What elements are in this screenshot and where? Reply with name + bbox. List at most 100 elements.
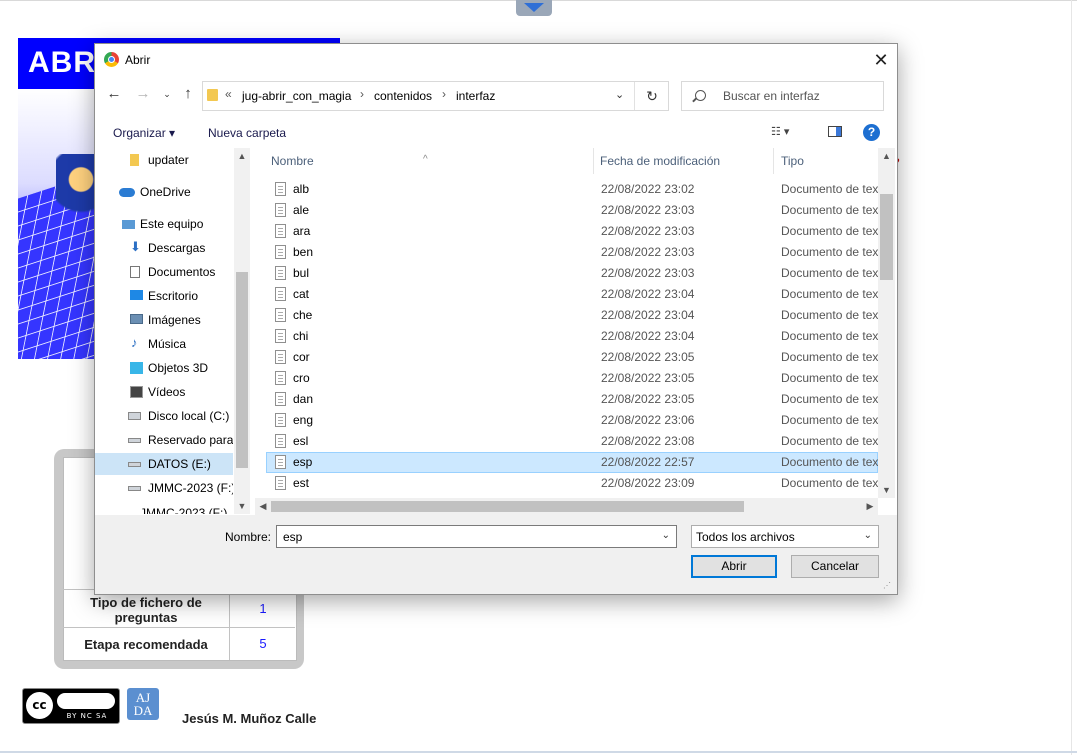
- desktop-icon: [130, 290, 143, 300]
- view-options-icon[interactable]: ☷ ▾: [771, 125, 811, 141]
- file-list-vertical-scrollbar[interactable]: ▲ ▼: [878, 148, 895, 498]
- help-icon[interactable]: ?: [863, 124, 880, 141]
- text-file-icon: [275, 371, 286, 385]
- breadcrumb-item[interactable]: interfaz: [456, 89, 495, 103]
- nav-item-updater[interactable]: updater: [95, 149, 233, 171]
- nav-item-desktop[interactable]: Escritorio: [95, 285, 233, 307]
- file-type-filter-value: Todos los archivos: [696, 530, 795, 544]
- scrollbar-thumb[interactable]: [880, 194, 893, 280]
- file-type-filter-select[interactable]: Todos los archivos ⌄: [691, 525, 879, 548]
- file-date: 22/08/2022 23:02: [601, 182, 695, 196]
- column-header-type[interactable]: Tipo: [774, 148, 878, 174]
- ajda-logo[interactable]: AJ DA: [127, 688, 159, 720]
- file-name: cor: [293, 350, 310, 364]
- scroll-right-icon[interactable]: ▶: [862, 498, 878, 515]
- file-row[interactable]: eng 22/08/2022 23:06 Documento de texto: [266, 410, 878, 431]
- search-field[interactable]: Buscar en interfaz: [681, 81, 884, 111]
- nav-item-label: Vídeos: [148, 385, 186, 399]
- file-row[interactable]: alb 22/08/2022 23:02 Documento de texto: [266, 179, 878, 200]
- file-row[interactable]: est 22/08/2022 23:09 Documento de texto: [266, 473, 878, 494]
- chevron-down-icon[interactable]: ⌄: [662, 530, 670, 541]
- open-button[interactable]: Abrir: [691, 555, 777, 578]
- scrollbar-thumb[interactable]: [271, 501, 744, 512]
- nav-item-label: Escritorio: [148, 289, 199, 303]
- creative-commons-badge[interactable]: cc BY NC SA: [22, 688, 120, 724]
- nav-item-onedrive[interactable]: OneDrive: [95, 181, 233, 203]
- file-row[interactable]: ben 22/08/2022 23:03 Documento de texto: [266, 242, 878, 263]
- nav-item-label: JMMC-2023 (F:): [140, 506, 228, 514]
- file-list-horizontal-scrollbar[interactable]: ◀ ▶: [255, 498, 878, 515]
- file-row[interactable]: cat 22/08/2022 23:04 Documento de texto: [266, 284, 878, 305]
- text-file-icon: [275, 329, 286, 343]
- navigation-scrollbar[interactable]: ▲ ▼: [234, 148, 250, 514]
- file-row[interactable]: cro 22/08/2022 23:05 Documento de texto: [266, 368, 878, 389]
- organize-button[interactable]: Organizar ▾: [113, 126, 175, 140]
- page-bottom-border: [0, 751, 1077, 753]
- filename-input[interactable]: ⌄: [276, 525, 677, 548]
- file-row[interactable]: ara 22/08/2022 23:03 Documento de texto: [266, 221, 878, 242]
- file-row[interactable]: bul 22/08/2022 23:03 Documento de texto: [266, 263, 878, 284]
- back-arrow-icon[interactable]: ←: [106, 86, 122, 102]
- nav-item-partial[interactable]: JMMC-2023 (F:): [95, 504, 233, 514]
- download-icon: ⬇: [130, 239, 141, 254]
- text-file-icon: [275, 224, 286, 238]
- file-row[interactable]: dan 22/08/2022 23:05 Documento de texto: [266, 389, 878, 410]
- file-row-selected[interactable]: esp 22/08/2022 22:57 Documento de texto: [266, 452, 878, 473]
- scroll-down-arrow-icon[interactable]: [516, 0, 552, 16]
- dialog-footer: Nombre: ⌄ Todos los archivos ⌄ Abrir Can…: [95, 515, 897, 594]
- page-right-border: [1071, 0, 1072, 755]
- breadcrumb-overflow[interactable]: «: [225, 87, 232, 101]
- new-folder-button[interactable]: Nueva carpeta: [208, 126, 286, 140]
- file-type: Documento de texto: [781, 287, 878, 301]
- info-value: 5: [229, 628, 296, 660]
- resize-grip-icon[interactable]: ⋰: [883, 581, 893, 591]
- breadcrumb-item[interactable]: jug-abrir_con_magia: [242, 89, 351, 103]
- open-file-dialog: Abrir ✕ ← → ⌄ ↑ « jug-abrir_con_magia › …: [94, 43, 898, 595]
- nav-item-music[interactable]: ♪ Música: [95, 333, 233, 355]
- nav-item-this-pc[interactable]: Este equipo: [95, 213, 233, 235]
- file-date: 22/08/2022 23:06: [601, 413, 695, 427]
- nav-item-datos-e[interactable]: DATOS (E:): [95, 453, 233, 475]
- info-label: Etapa recomendada: [84, 637, 208, 652]
- nav-item-jmmc-f[interactable]: JMMC-2023 (F:): [95, 477, 233, 499]
- nav-item-pictures[interactable]: Imágenes: [95, 309, 233, 331]
- text-file-icon: [275, 476, 286, 490]
- nav-item-downloads[interactable]: ⬇ Descargas: [95, 237, 233, 259]
- nav-item-label: Objetos 3D: [148, 361, 209, 375]
- column-header-date[interactable]: Fecha de modificación: [594, 148, 773, 174]
- column-header-name[interactable]: Nombre ^: [255, 148, 593, 174]
- breadcrumb-item[interactable]: contenidos: [374, 89, 432, 103]
- scroll-down-icon[interactable]: ▼: [878, 482, 895, 498]
- text-file-icon: [275, 203, 286, 217]
- scroll-up-icon[interactable]: ▲: [878, 148, 895, 164]
- scrollbar-thumb[interactable]: [236, 272, 248, 468]
- scroll-up-icon[interactable]: ▲: [234, 148, 250, 164]
- forward-arrow-icon[interactable]: →: [135, 86, 151, 102]
- file-row[interactable]: che 22/08/2022 23:04 Documento de texto: [266, 305, 878, 326]
- file-row[interactable]: chi 22/08/2022 23:04 Documento de texto: [266, 326, 878, 347]
- file-row[interactable]: cor 22/08/2022 23:05 Documento de texto: [266, 347, 878, 368]
- dialog-titlebar[interactable]: Abrir ✕: [95, 44, 897, 76]
- file-type: Documento de texto: [781, 350, 878, 364]
- nav-item-reserved[interactable]: Reservado para el sistema: [95, 429, 233, 451]
- file-type: Documento de texto: [781, 476, 878, 490]
- filename-text[interactable]: [281, 529, 655, 545]
- up-arrow-icon[interactable]: ↑: [180, 86, 196, 102]
- address-dropdown-chevron-icon[interactable]: ⌄: [615, 88, 624, 101]
- nav-item-3d-objects[interactable]: Objetos 3D: [95, 357, 233, 379]
- file-date: 22/08/2022 23:04: [601, 287, 695, 301]
- cancel-button[interactable]: Cancelar: [791, 555, 879, 578]
- address-bar[interactable]: « jug-abrir_con_magia › contenidos › int…: [202, 81, 669, 111]
- close-icon[interactable]: ✕: [871, 50, 891, 70]
- file-type: Documento de texto: [781, 392, 878, 406]
- scroll-left-icon[interactable]: ◀: [255, 498, 271, 515]
- file-row[interactable]: esl 22/08/2022 23:08 Documento de texto: [266, 431, 878, 452]
- recent-locations-chevron-icon[interactable]: ⌄: [159, 86, 175, 102]
- nav-item-videos[interactable]: Vídeos: [95, 381, 233, 403]
- scroll-down-icon[interactable]: ▼: [234, 498, 250, 514]
- file-row[interactable]: ale 22/08/2022 23:03 Documento de texto: [266, 200, 878, 221]
- refresh-icon[interactable]: ↻: [634, 82, 669, 110]
- preview-pane-icon[interactable]: [828, 126, 842, 137]
- nav-item-local-disk-c[interactable]: Disco local (C:): [95, 405, 233, 427]
- nav-item-documents[interactable]: Documentos: [95, 261, 233, 283]
